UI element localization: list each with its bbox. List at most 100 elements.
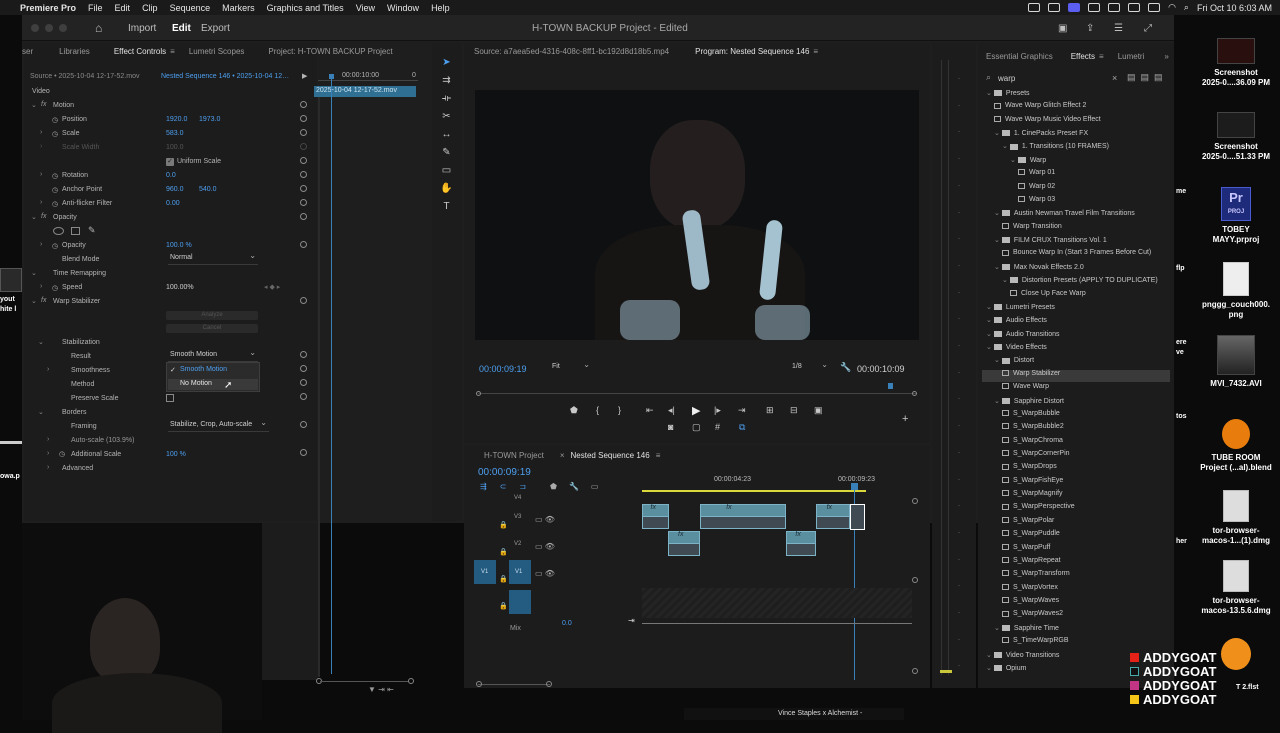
export-tab[interactable]: Export xyxy=(201,23,230,34)
scroll-handle[interactable] xyxy=(912,498,918,504)
effects-folder[interactable]: ⌄ Audio Transitions xyxy=(982,330,1170,342)
panel-menu-icon[interactable]: ≡ xyxy=(813,47,818,56)
effects-item[interactable]: Wave Warp Glitch Effect 2 xyxy=(982,102,1170,114)
effects-folder[interactable]: ⌄ Lumetri Presets xyxy=(982,303,1170,315)
play-only-icon[interactable]: ▶ xyxy=(302,72,307,80)
effects-folder[interactable]: ⌄ Sapphire Time xyxy=(982,624,1170,636)
effects-item[interactable]: S_WarpChroma xyxy=(982,437,1170,449)
expand-arrow-icon[interactable]: › xyxy=(47,464,49,471)
desktop-icon[interactable]: pnggg_couch000. png xyxy=(1196,262,1276,320)
pen-tool-icon[interactable]: ✎ xyxy=(440,146,453,159)
stopwatch-icon[interactable]: ◷ xyxy=(52,284,58,292)
mark-out-icon[interactable]: } xyxy=(618,405,621,415)
sequence-label[interactable]: Nested Sequence 146 • 2025-10-04 12… xyxy=(161,73,289,80)
stopwatch-icon[interactable]: ◷ xyxy=(52,172,58,180)
collapse-arrow-icon[interactable]: ⌄ xyxy=(38,408,44,416)
desktop-icon[interactable]: tor-browser-macos-13.5.6.dmg xyxy=(1196,560,1276,616)
tab-ser[interactable]: ser xyxy=(22,47,33,56)
timeline-playhead-head[interactable] xyxy=(851,483,858,490)
track-lock-icons[interactable]: 🔒 🔒 🔒 🔒 xyxy=(499,512,508,620)
stopwatch-icon[interactable]: ◷ xyxy=(52,242,58,250)
desktop-icon-thumb[interactable] xyxy=(0,268,22,292)
position-y-value[interactable]: 1973.0 xyxy=(199,116,220,123)
effects-item[interactable]: Warp 02 xyxy=(982,183,1170,195)
reset-icon[interactable] xyxy=(300,449,307,456)
app-menu[interactable]: Premiere Pro xyxy=(20,3,76,13)
collapse-arrow-icon[interactable]: ⌄ xyxy=(38,338,44,346)
pen-mask-icon[interactable]: ✎ xyxy=(88,225,96,236)
menu-sequence[interactable]: Sequence xyxy=(170,3,211,13)
menu-icon[interactable]: ☰ xyxy=(1114,23,1123,34)
screen-record-icon[interactable] xyxy=(1068,3,1081,12)
effects-folder[interactable]: ⌄ 1. Transitions (10 FRAMES) xyxy=(982,142,1170,154)
desktop-icon[interactable]: TUBE ROOM Project (...al).blend xyxy=(1196,419,1276,473)
desktop-icon[interactable]: Pr PROJ TOBEY MAYY.prproj xyxy=(1196,187,1276,245)
selected-clip[interactable] xyxy=(850,504,865,530)
effects-folder[interactable]: ⌄ Distortion Presets (APPLY TO DUPLICATE… xyxy=(982,276,1170,288)
slip-tool-icon[interactable]: ↔ xyxy=(440,128,453,141)
collapse-arrow-icon[interactable]: ⌄ xyxy=(994,130,1002,137)
effects-item[interactable]: S_WarpCornerPin xyxy=(982,450,1170,462)
panel-menu-icon[interactable]: ≡ xyxy=(170,47,175,56)
zoom-handle[interactable] xyxy=(408,678,414,684)
razor-tool-icon[interactable]: ✂ xyxy=(440,110,453,123)
menu-markers[interactable]: Markers xyxy=(222,3,255,13)
scrub-end-handle[interactable] xyxy=(912,391,917,396)
cancel-button[interactable]: Cancel xyxy=(166,324,258,333)
effects-item[interactable]: S_WarpPolar xyxy=(982,517,1170,529)
expand-arrow-icon[interactable]: › xyxy=(40,241,42,248)
effects-folder[interactable]: ⌄ Audio Effects xyxy=(982,316,1170,328)
effects-item[interactable]: Bounce Warp In (Start 3 Frames Before Cu… xyxy=(982,249,1170,261)
collapse-arrow-icon[interactable]: ⌄ xyxy=(1010,157,1018,164)
opacity-group-label[interactable]: Opacity xyxy=(53,214,77,221)
tab-libraries[interactable]: Libraries xyxy=(59,47,90,56)
effects-item[interactable]: S_WarpFishEye xyxy=(982,477,1170,489)
tab-lumetri[interactable]: Lumetri xyxy=(1118,52,1145,61)
preserve-scale-checkbox[interactable] xyxy=(166,394,174,402)
reset-icon[interactable] xyxy=(300,421,307,428)
result-dropdown[interactable]: Smooth Motion xyxy=(168,348,258,362)
analyze-button[interactable]: Analyze xyxy=(166,311,258,320)
hand-tool-icon[interactable]: ✋ xyxy=(440,182,453,195)
fullscreen-icon[interactable]: ⤢ xyxy=(1144,23,1152,34)
effects-item[interactable]: S_WarpVortex xyxy=(982,584,1170,596)
extract-icon[interactable]: ⊟ xyxy=(790,405,798,416)
collapse-arrow-icon[interactable]: ⌄ xyxy=(986,304,994,311)
add-marker-icon[interactable]: ⬟ xyxy=(570,405,578,416)
collapse-arrow-icon[interactable]: ⌄ xyxy=(31,213,37,221)
track-select-tool-icon[interactable]: ⇉ xyxy=(440,74,453,87)
type-tool-icon[interactable]: T xyxy=(440,200,453,213)
clear-search-icon[interactable]: × xyxy=(1112,73,1117,83)
source-label[interactable]: Source • 2025-10-04 12-17-52.mov xyxy=(30,73,139,80)
step-forward-icon[interactable]: |▸ xyxy=(714,405,721,416)
collapse-arrow-icon[interactable]: ⌄ xyxy=(31,269,37,277)
mix-end-icon[interactable]: ⇥ xyxy=(628,616,635,625)
collapse-arrow-icon[interactable]: ⌄ xyxy=(994,357,1002,364)
reset-icon[interactable] xyxy=(300,393,307,400)
track-toggle-icons[interactable]: ▭ 👁 ▭ 👁 ▭ 👁 xyxy=(535,506,555,587)
timeline-zoom-bar[interactable] xyxy=(478,684,550,685)
effects-item[interactable]: Warp 01 xyxy=(982,169,1170,181)
collapse-arrow-icon[interactable]: ⌄ xyxy=(986,90,994,97)
expand-arrow-icon[interactable]: › xyxy=(40,129,42,136)
effects-item[interactable]: Warp Transition xyxy=(982,223,1170,235)
rectangle-tool-icon[interactable]: ▭ xyxy=(440,164,453,177)
timeline-clip[interactable] xyxy=(700,516,786,529)
effects-folder[interactable]: ⌄ Video Effects xyxy=(982,343,1170,355)
play-icon[interactable]: ▶ xyxy=(692,404,700,417)
tray-icon[interactable] xyxy=(1108,3,1121,12)
import-tab[interactable]: Import xyxy=(128,23,156,34)
collapse-arrow-icon[interactable]: ⌄ xyxy=(31,297,37,305)
tray-icon[interactable] xyxy=(1128,3,1141,12)
effects-folder[interactable]: ⌄ Warp xyxy=(982,156,1170,168)
antiflicker-value[interactable]: 0.00 xyxy=(166,200,180,207)
time-remapping-label[interactable]: Time Remapping xyxy=(53,270,106,277)
expand-arrow-icon[interactable]: › xyxy=(40,283,42,290)
effects-item[interactable]: S_WarpTransform xyxy=(982,570,1170,582)
resolution-dropdown[interactable]: 1/8 xyxy=(790,360,830,374)
effects-item[interactable]: S_WarpBubble2 xyxy=(982,423,1170,435)
menu-window[interactable]: Window xyxy=(387,3,419,13)
effects-item[interactable]: S_WarpBubble xyxy=(982,410,1170,422)
ripple-edit-tool-icon[interactable]: ⟛ xyxy=(440,92,453,105)
advanced-label[interactable]: Advanced xyxy=(62,465,93,472)
